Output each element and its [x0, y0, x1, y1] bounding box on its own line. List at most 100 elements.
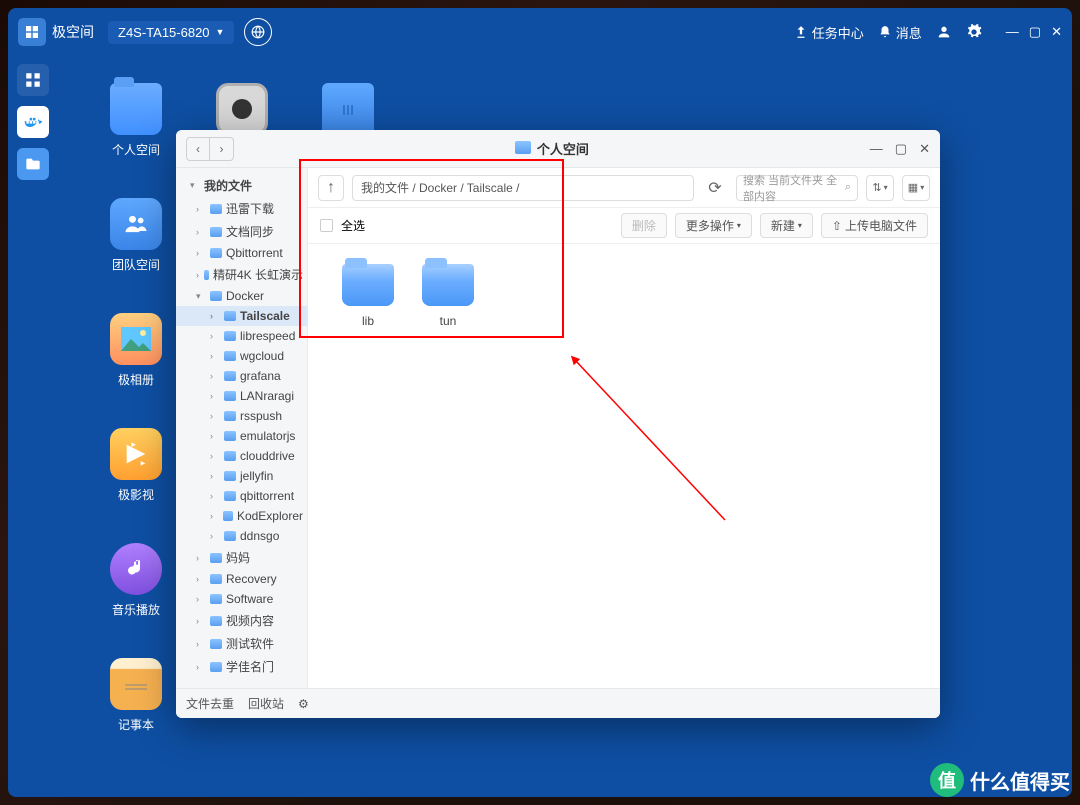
- folder-icon: [210, 248, 222, 258]
- dock-files-icon[interactable]: [17, 148, 49, 180]
- chevron-icon: ▾: [196, 291, 206, 302]
- chevron-icon: ›: [196, 662, 206, 672]
- more-actions-button[interactable]: 更多操作▾: [675, 213, 752, 238]
- topbar: 极空间 Z4S-TA15-6820 ▼ 任务中心 消息 — ▢ ✕: [8, 8, 1072, 56]
- file-item-lib[interactable]: lib: [328, 264, 408, 328]
- chevron-icon: ›: [196, 204, 206, 214]
- desktop-icon-personal-space[interactable]: 个人空间: [108, 83, 164, 158]
- tree-item-software[interactable]: › Software: [176, 589, 307, 609]
- settings-icon[interactable]: [966, 24, 982, 40]
- tree-item-迅雷下载[interactable]: › 迅雷下载: [176, 197, 307, 220]
- select-all-label: 全选: [341, 217, 365, 234]
- folder-icon: [224, 411, 236, 421]
- tree-item-lanraragi[interactable]: › LANraragi: [176, 386, 307, 406]
- folder-icon: [224, 471, 236, 481]
- folder-icon: [210, 639, 222, 649]
- nav-forward-button[interactable]: ›: [210, 137, 234, 161]
- delete-button[interactable]: 删除: [621, 213, 667, 238]
- tree-item-qbittorrent[interactable]: › qbittorrent: [176, 486, 307, 506]
- folder-icon: [515, 141, 531, 157]
- desktop-icon-album[interactable]: 极相册: [108, 313, 164, 388]
- user-icon[interactable]: [936, 24, 952, 40]
- chevron-icon: ›: [210, 311, 220, 321]
- watermark-badge-icon: 值: [930, 763, 964, 797]
- dock: [8, 56, 58, 180]
- new-button[interactable]: 新建▾: [760, 213, 813, 238]
- close-button[interactable]: ✕: [1051, 24, 1062, 40]
- notifications-button[interactable]: 消息: [878, 23, 922, 42]
- refresh-button[interactable]: ⟳: [702, 175, 728, 201]
- globe-button[interactable]: [244, 18, 272, 46]
- chevron-icon: ›: [210, 331, 220, 341]
- folder-icon: [224, 451, 236, 461]
- chevron-icon: ›: [210, 391, 220, 401]
- path-bar[interactable]: 我的文件 / Docker / Tailscale /: [352, 175, 694, 201]
- search-input[interactable]: 搜索 当前文件夹 全部内容⌕: [736, 175, 858, 201]
- tree-item-tailscale[interactable]: › Tailscale: [176, 306, 307, 326]
- view-mode-button[interactable]: ▦▾: [902, 175, 930, 201]
- tree-item-librespeed[interactable]: › librespeed: [176, 326, 307, 346]
- tree-item-wgcloud[interactable]: › wgcloud: [176, 346, 307, 366]
- device-selector[interactable]: Z4S-TA15-6820 ▼: [108, 21, 234, 44]
- folder-icon: [342, 264, 394, 306]
- tree-item-精研4k-长虹演示[interactable]: › 精研4K 长虹演示: [176, 263, 307, 286]
- tree-item-emulatorjs[interactable]: › emulatorjs: [176, 426, 307, 446]
- footer-settings-icon[interactable]: ⚙: [298, 697, 309, 711]
- tree-item-ddnsgo[interactable]: › ddnsgo: [176, 526, 307, 546]
- folder-icon: [224, 531, 236, 541]
- dock-apps-icon[interactable]: [17, 64, 49, 96]
- folder-icon: [210, 553, 222, 563]
- tree-item-grafana[interactable]: › grafana: [176, 366, 307, 386]
- tree-item-rsspush[interactable]: › rsspush: [176, 406, 307, 426]
- chevron-icon: ›: [210, 431, 220, 441]
- tree-item-qbittorrent[interactable]: › Qbittorrent: [176, 243, 307, 263]
- tree-root-myfiles[interactable]: ▾ 我的文件: [176, 174, 307, 197]
- folder-icon: [223, 511, 233, 521]
- tasks-button[interactable]: 任务中心: [794, 23, 864, 42]
- tree-item-jellyfin[interactable]: › jellyfin: [176, 466, 307, 486]
- nav-back-button[interactable]: ‹: [186, 137, 210, 161]
- chevron-icon: ›: [196, 594, 206, 604]
- tree-item-recovery[interactable]: › Recovery: [176, 569, 307, 589]
- folder-icon: [224, 311, 236, 321]
- dock-docker-icon[interactable]: [17, 106, 49, 138]
- tree-item-视频内容[interactable]: › 视频内容: [176, 609, 307, 632]
- folder-icon: [210, 594, 222, 604]
- desktop-icon-notes[interactable]: 记事本: [108, 658, 164, 733]
- chevron-icon: ›: [210, 531, 220, 541]
- chevron-icon: ›: [196, 616, 206, 626]
- sort-button[interactable]: ⇅▾: [866, 175, 894, 201]
- file-item-tun[interactable]: tun: [408, 264, 488, 328]
- chevron-icon: ›: [210, 351, 220, 361]
- minimize-button[interactable]: —: [1006, 24, 1019, 40]
- recycle-button[interactable]: 回收站: [248, 695, 284, 712]
- chevron-down-icon: ▾: [190, 180, 200, 191]
- tree-item-clouddrive[interactable]: › clouddrive: [176, 446, 307, 466]
- fm-content-area[interactable]: libtun: [308, 244, 940, 688]
- tree-item-kodexplorer[interactable]: › KodExplorer: [176, 506, 307, 526]
- desktop-icon-video[interactable]: 极影视: [108, 428, 164, 503]
- fm-maximize-button[interactable]: ▢: [895, 141, 907, 157]
- go-up-button[interactable]: ↑: [318, 175, 344, 201]
- fm-minimize-button[interactable]: —: [870, 141, 883, 157]
- tree-item-学佳名门[interactable]: › 学佳名门: [176, 655, 307, 678]
- tree-item-docker[interactable]: ▾ Docker: [176, 286, 307, 306]
- fm-sidebar: ▾ 我的文件 › 迅雷下载› 文档同步› Qbittorrent› 精研4K 长…: [176, 168, 308, 688]
- chevron-icon: ›: [210, 411, 220, 421]
- fm-toolbar: ↑ 我的文件 / Docker / Tailscale / ⟳ 搜索 当前文件夹…: [308, 168, 940, 208]
- desktop-icon-team-space[interactable]: 团队空间: [108, 198, 164, 273]
- upload-button[interactable]: ⇧上传电脑文件: [821, 213, 928, 238]
- tree-item-文档同步[interactable]: › 文档同步: [176, 220, 307, 243]
- folder-icon: [210, 662, 222, 672]
- chevron-icon: ›: [196, 248, 206, 258]
- tree-item-测试软件[interactable]: › 测试软件: [176, 632, 307, 655]
- desktop-icon-music[interactable]: 音乐播放: [108, 543, 164, 618]
- tree-item-妈妈[interactable]: › 妈妈: [176, 546, 307, 569]
- fm-close-button[interactable]: ✕: [919, 141, 930, 157]
- maximize-button[interactable]: ▢: [1029, 24, 1041, 40]
- select-all-checkbox[interactable]: [320, 219, 333, 232]
- folder-icon: [204, 270, 209, 280]
- dedup-button[interactable]: 文件去重: [186, 695, 234, 712]
- device-name: Z4S-TA15-6820: [118, 25, 210, 40]
- fm-actionbar: 全选 删除 更多操作▾ 新建▾ ⇧上传电脑文件: [308, 208, 940, 244]
